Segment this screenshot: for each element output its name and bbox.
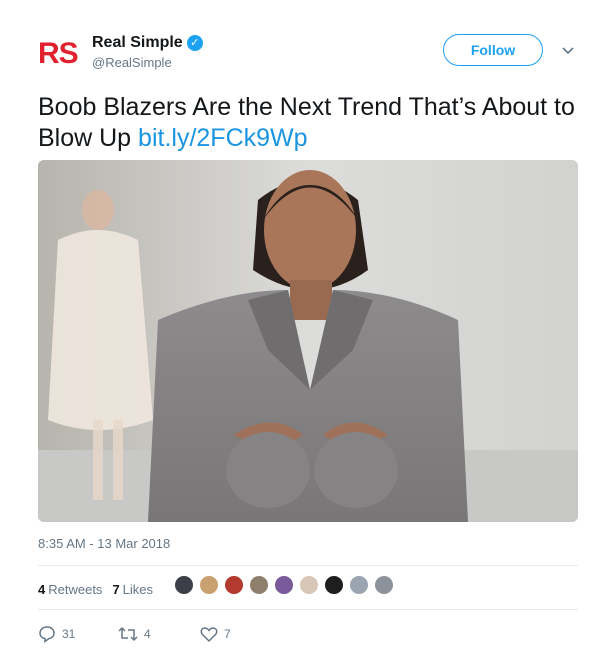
likes-label: Likes [122,581,154,597]
name-row: Real Simple ✓ [92,33,203,53]
divider [38,565,578,566]
likes-stat[interactable]: 7 Likes [112,582,153,597]
liker-avatar[interactable] [224,575,244,595]
retweets-count: 4 [38,581,46,597]
tweet-header: RS Real Simple ✓ @RealSimple Follow [0,0,614,90]
liker-avatar[interactable] [174,575,194,595]
engagement-stats: 4 Retweets 7 Likes [38,580,163,598]
liker-avatar[interactable] [324,575,344,595]
tweet-timestamp[interactable]: 8:35 AM - 13 Mar 2018 [38,536,170,551]
follow-button[interactable]: Follow [443,34,543,66]
tweet-text: Boob Blazers Are the Next Trend That’s A… [38,92,583,154]
like-count: 7 [224,627,231,641]
tweet-actions: 31 4 7 [38,624,270,644]
retweet-action[interactable]: 4 [118,625,200,643]
verified-icon: ✓ [186,35,203,51]
retweets-label: Retweets [48,581,103,597]
liker-avatar[interactable] [199,575,219,595]
display-name[interactable]: Real Simple [92,34,183,52]
like-action[interactable]: 7 [200,625,270,643]
retweets-stat[interactable]: 4 Retweets [38,582,102,597]
account-logo[interactable]: RS [38,36,86,72]
liker-avatar[interactable] [249,575,269,595]
tweet-link[interactable]: bit.ly/2FCk9Wp [138,124,307,152]
account-handle[interactable]: @RealSimple [92,55,172,70]
chevron-down-icon[interactable] [560,42,576,58]
reply-icon [39,626,55,643]
retweet-icon [118,626,138,642]
reply-action[interactable]: 31 [38,625,118,643]
retweet-count: 4 [144,627,151,641]
liker-avatar[interactable] [374,575,394,595]
liker-avatar[interactable] [274,575,294,595]
like-icon [200,627,218,643]
tweet-photo[interactable] [38,160,578,522]
liker-avatars [174,575,394,595]
reply-count: 31 [62,627,76,641]
likes-count: 7 [112,581,120,597]
runway-photo-image [38,160,578,522]
divider [38,609,578,610]
liker-avatar[interactable] [349,575,369,595]
liker-avatar[interactable] [299,575,319,595]
